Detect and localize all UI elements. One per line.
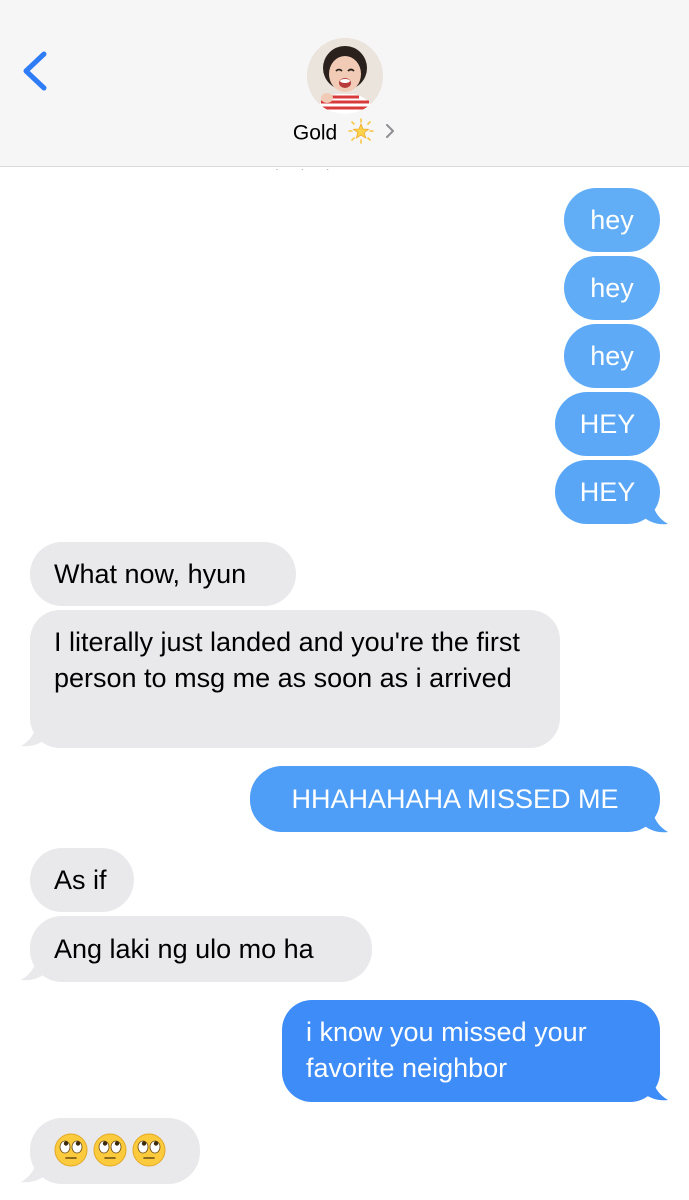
message-bubble-sent[interactable]: hey [564,188,660,252]
message-text: HEY [579,409,636,439]
bubble-tail-sent [640,500,668,525]
message-text: hey [590,341,634,371]
timestamp-fragment: · · · [275,164,339,170]
bubble-tail-received [21,1158,49,1183]
message-bubble-sent[interactable]: hey [564,256,660,320]
eye-roll-icon [54,1133,88,1185]
contact-name: Gold [292,121,338,145]
message-bubble-sent[interactable]: HHAHAHAHA MISSED ME [250,766,660,832]
message-text: What now, hyun [54,559,247,589]
message-text: HEY [579,477,636,507]
eye-roll-icon [93,1133,127,1185]
chevron-left-icon [23,51,47,91]
message-text: Ang laki ng ulo mo ha [54,934,314,964]
eye-roll-icon [132,1133,166,1185]
message-bubble-received[interactable] [30,1118,200,1184]
message-bubble-received[interactable]: I literally just landed and you're the f… [30,610,560,748]
bubble-tail-sent [640,1076,668,1101]
message-bubble-sent[interactable]: hey [564,324,660,388]
message-text: i know you missed your favorite neighbor [306,1017,587,1083]
contact-photo [307,38,383,114]
message-bubble-received[interactable]: As if [30,848,134,912]
avatar[interactable] [307,38,383,114]
contact-details-button[interactable]: Gold [0,118,689,149]
message-text: I literally just landed and you're the f… [54,627,520,693]
message-text: hey [590,205,634,235]
message-bubble-received[interactable]: What now, hyun [30,542,296,606]
message-text: hey [590,273,634,303]
message-text: As if [54,865,107,895]
chevron-right-icon [384,122,396,145]
bubble-tail-sent [640,808,668,833]
message-bubble-sent[interactable]: HEY [555,392,660,456]
message-bubble-sent[interactable]: i know you missed your favorite neighbor [282,1000,660,1102]
bubble-tail-received [21,956,49,981]
message-text: HHAHAHAHA MISSED ME [291,784,619,814]
back-button[interactable] [16,46,56,96]
glowing-star-icon [347,118,374,149]
message-bubble-received[interactable]: Ang laki ng ulo mo ha [30,916,372,982]
bubble-tail-received [21,722,49,747]
conversation-header: Gold [0,0,689,167]
